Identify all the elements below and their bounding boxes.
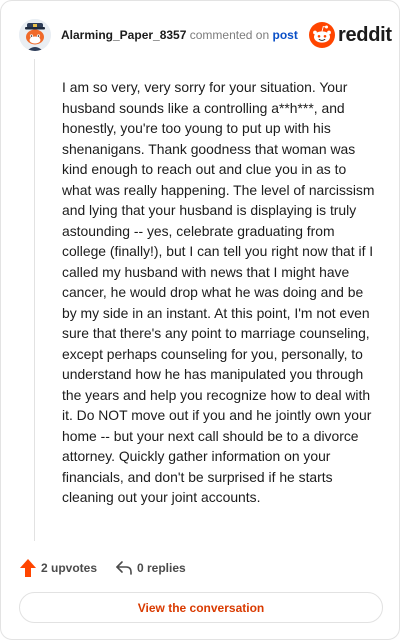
comment-actions: 2 upvotes 0 replies xyxy=(19,557,319,579)
username-link[interactable]: Alarming_Paper_8357 xyxy=(61,28,186,42)
action-text: commented on xyxy=(189,28,270,42)
comment-meta: Alarming_Paper_8357 commented on post xyxy=(61,28,298,42)
upvote-count: 2 upvotes xyxy=(41,561,98,575)
reddit-wordmark: reddit xyxy=(338,24,392,46)
upvote-button[interactable]: 2 upvotes xyxy=(19,557,97,579)
post-link[interactable]: post xyxy=(272,28,297,42)
comment-body: I am so very, very sorry for your situat… xyxy=(62,79,375,505)
replies-button[interactable]: 0 replies xyxy=(115,557,186,579)
user-avatar[interactable] xyxy=(19,19,51,51)
reply-arrow-icon xyxy=(116,561,132,575)
comment-header: Alarming_Paper_8357 commented on post re… xyxy=(19,19,392,51)
view-conversation-button[interactable]: View the conversation xyxy=(19,592,383,623)
snoo-avatar-icon xyxy=(19,19,51,51)
reddit-snoo-icon xyxy=(309,22,335,48)
comment-card: Alarming_Paper_8357 commented on post re… xyxy=(0,0,400,640)
thread-line xyxy=(34,59,35,541)
replies-count: 0 replies xyxy=(137,561,186,575)
upvote-arrow-icon xyxy=(20,559,36,577)
reddit-logo[interactable]: reddit xyxy=(309,20,392,50)
